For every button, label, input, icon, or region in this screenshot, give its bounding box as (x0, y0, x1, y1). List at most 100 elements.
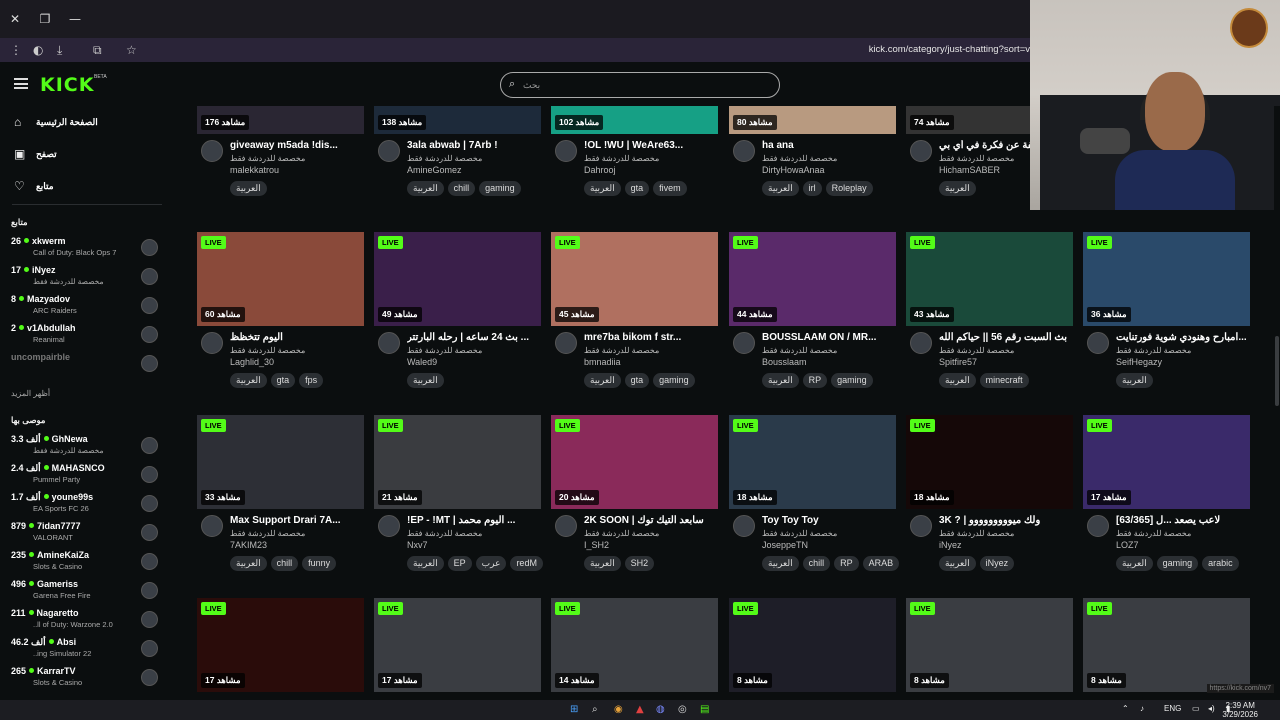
stream-tag[interactable]: العربية (584, 181, 621, 196)
app-icon[interactable]: ▲ (636, 704, 644, 715)
stream-thumbnail[interactable]: LIVE 49 مشاهد (374, 232, 541, 326)
stream-thumbnail[interactable]: LIVE 17 مشاهد (374, 598, 541, 692)
stream-category[interactable]: مخصصة للدردشة فقط (584, 154, 659, 163)
start-icon[interactable]: ⊞ (570, 704, 578, 715)
streamer-name[interactable]: Nxv7 (407, 540, 428, 550)
stream-thumbnail[interactable]: LIVE 45 مشاهد (551, 232, 718, 326)
nav-following[interactable]: ♡ متابع (14, 178, 164, 198)
streamer-name[interactable]: HichamSABER (939, 165, 1000, 175)
stream-tag[interactable]: العربية (407, 556, 444, 571)
stream-category[interactable]: مخصصة للدردشة فقط (407, 529, 482, 538)
stream-title[interactable]: امبارح وهنودي شوية فورتنايت... (1116, 332, 1248, 343)
sidebar-channel[interactable]: 496 Gameriss Garena Free Fire (11, 579, 161, 605)
stream-card[interactable]: LIVE 17 مشاهد (197, 598, 364, 692)
stream-tag[interactable]: العربية (762, 181, 799, 196)
stream-thumbnail[interactable]: LIVE 20 مشاهد (551, 415, 718, 509)
stream-tag[interactable]: fps (299, 373, 324, 388)
stream-card[interactable]: 102 مشاهد !OL !WU | WeAre63... مخصصة للدرد… (551, 106, 718, 214)
stream-tag[interactable]: minecraft (979, 373, 1029, 388)
nav-home[interactable]: ⌂ الصفحة الرئيسية (14, 114, 164, 134)
stream-tag[interactable]: RP (802, 373, 828, 388)
sidebar-channel[interactable]: 2 v1Abdullah Reanimal (11, 323, 161, 349)
stream-thumbnail[interactable]: LIVE 8 مشاهد (906, 598, 1073, 692)
page-scrollbar[interactable] (1274, 106, 1280, 700)
streamer-avatar[interactable] (555, 332, 577, 354)
streamer-avatar[interactable] (378, 140, 400, 162)
streamer-name[interactable]: Dahrooj (584, 165, 616, 175)
stream-tag[interactable]: gaming (653, 373, 695, 388)
streamer-avatar[interactable] (201, 515, 223, 537)
stream-thumbnail[interactable]: 80 مشاهد (729, 106, 896, 134)
streamer-name[interactable]: malekkatrou (230, 165, 279, 175)
streamer-avatar[interactable] (378, 515, 400, 537)
stream-thumbnail[interactable]: LIVE 17 مشاهد (1083, 415, 1250, 509)
stream-card[interactable]: LIVE 8 مشاهد (906, 598, 1073, 692)
stream-tag[interactable]: العربية (230, 556, 267, 571)
stream-tag[interactable]: ARAB (862, 556, 900, 571)
streamer-avatar[interactable] (1087, 332, 1109, 354)
streamer-avatar[interactable] (555, 515, 577, 537)
stream-card[interactable]: LIVE 36 مشاهد امبارح وهنودي شوية فورتنايت.… (1083, 232, 1250, 406)
taskbar-clock[interactable]: 2:39 AM 3/29/2026 (1222, 701, 1258, 719)
stream-tag[interactable]: العربية (230, 181, 267, 196)
stream-category[interactable]: مخصصة للدردشة فقط (407, 346, 482, 355)
stream-category[interactable]: مخصصة للدردشة فقط (762, 154, 837, 163)
extension-icon[interactable]: ◐ (33, 43, 43, 57)
stream-title[interactable]: giveaway m5ada !dis... (230, 140, 362, 151)
sidebar-channel[interactable]: 8 Mazyadov ARC Raiders (11, 294, 161, 320)
stream-category[interactable]: مخصصة للدردشة فقط (230, 529, 305, 538)
stream-tag[interactable]: عرب (475, 556, 507, 571)
stream-category[interactable]: مخصصة للدردشة فقط (1116, 529, 1191, 538)
stream-tag[interactable]: funny (302, 556, 337, 571)
streamer-avatar[interactable] (733, 515, 755, 537)
stream-category[interactable]: مخصصة للدردشة فقط (230, 154, 305, 163)
stream-category[interactable]: مخصصة للدردشة فقط (762, 346, 837, 355)
streamer-name[interactable]: LOZ7 (1116, 540, 1139, 550)
close-window-icon[interactable]: ✕ (7, 12, 23, 26)
streamer-name[interactable]: bmnadiia (584, 357, 621, 367)
stream-title[interactable]: BOUSSLAAM ON / MR... (762, 332, 894, 343)
streamer-name[interactable]: Waled9 (407, 357, 437, 367)
streamer-name[interactable]: I_SH2 (584, 540, 609, 550)
stream-card[interactable]: LIVE 8 مشاهد (1083, 598, 1250, 692)
stream-thumbnail[interactable]: LIVE 43 مشاهد (906, 232, 1073, 326)
stream-tag[interactable]: arabic (1202, 556, 1239, 571)
sidebar-channel[interactable]: 235 AmineKaiZa Slots & Casino (11, 550, 161, 576)
stream-title[interactable]: بث 24 ساعه | رحله البارتتر ... (407, 332, 539, 343)
stream-thumbnail[interactable]: LIVE 18 مشاهد (729, 415, 896, 509)
stream-card[interactable]: LIVE 60 مشاهد اليوم تتخظظ مخصصة للدردشة فقط… (197, 232, 364, 406)
tray-mic-icon[interactable]: ♪ (1140, 704, 1144, 713)
stream-title[interactable]: !OL !WU | WeAre63... (584, 140, 716, 151)
bookmark-star-icon[interactable]: ☆ (126, 43, 137, 57)
tray-volume-icon[interactable]: ◂) (1208, 704, 1215, 713)
hamburger-menu-icon[interactable] (14, 78, 28, 89)
download-icon[interactable]: ⤓ (57, 43, 62, 58)
stream-card[interactable]: 80 مشاهد ha ana مخصصة للدردشة فقط DirtyHowa… (729, 106, 896, 214)
kick-logo[interactable]: KICK (40, 74, 94, 96)
stream-tag[interactable]: العربية (407, 181, 444, 196)
stream-category[interactable]: مخصصة للدردشة فقط (1116, 346, 1191, 355)
stream-tag[interactable]: العربية (939, 556, 976, 571)
stream-card[interactable]: LIVE 20 مشاهد 2K SOON | سابعد التيك توك مخص… (551, 415, 718, 589)
streamer-avatar[interactable] (733, 332, 755, 354)
stream-title[interactable]: 3ala abwab | 7Arb ! (407, 140, 539, 151)
stream-card[interactable]: LIVE 44 مشاهد BOUSSLAAM ON / MR... مخصصة لل… (729, 232, 896, 406)
stream-tag[interactable]: العربية (762, 556, 799, 571)
stream-card[interactable]: LIVE 21 مشاهد !EP - !MT | اليوم محمد ... مخ… (374, 415, 543, 589)
obs-icon[interactable]: ◎ (678, 704, 687, 715)
stream-tag[interactable]: العربية (230, 373, 267, 388)
streamer-avatar[interactable] (910, 332, 932, 354)
stream-thumbnail[interactable]: LIVE 17 مشاهد (197, 598, 364, 692)
stream-card[interactable]: LIVE 18 مشاهد Toy Toy Toy مخصصة للدردشة فقط… (729, 415, 900, 589)
stream-title[interactable]: !EP - !MT | اليوم محمد ... (407, 515, 539, 526)
stream-thumbnail[interactable]: 176 مشاهد (197, 106, 364, 134)
stream-category[interactable]: مخصصة للدردشة فقط (762, 529, 837, 538)
stream-thumbnail[interactable]: 138 مشاهد (374, 106, 541, 134)
restore-window-icon[interactable]: ❐ (37, 12, 53, 26)
stream-tag[interactable]: redM (510, 556, 543, 571)
streamer-avatar[interactable] (201, 140, 223, 162)
stream-title[interactable]: اليوم تتخظظ (230, 332, 362, 343)
stream-thumbnail[interactable]: LIVE 60 مشاهد (197, 232, 364, 326)
streamer-name[interactable]: iNyez (939, 540, 962, 550)
stream-tag[interactable]: chill (270, 556, 299, 571)
